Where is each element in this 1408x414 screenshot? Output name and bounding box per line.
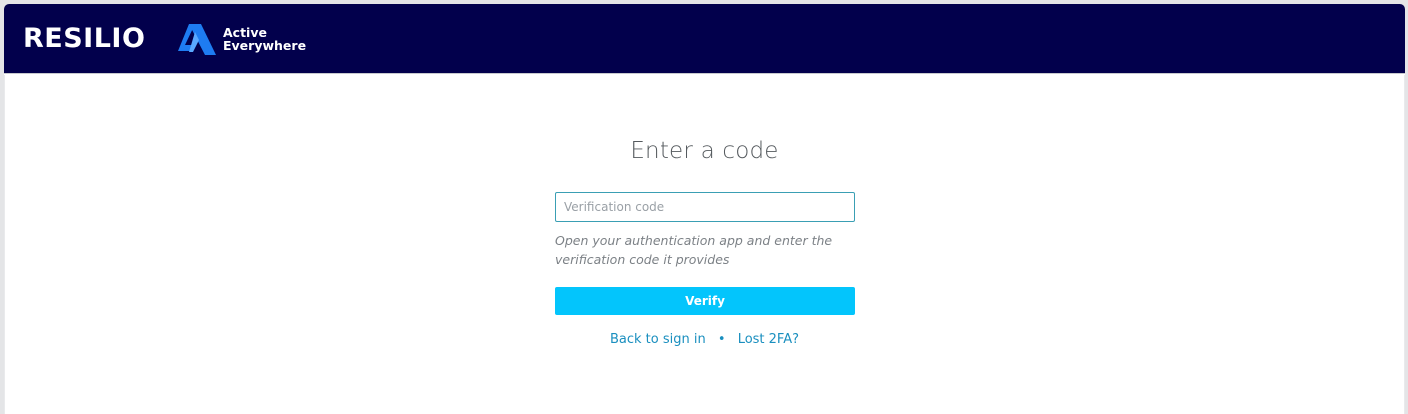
product-name-line2: Everywhere bbox=[223, 38, 307, 53]
lost-2fa-link[interactable]: Lost 2FA? bbox=[738, 332, 799, 347]
active-everywhere-logo-icon bbox=[178, 24, 216, 55]
verification-code-input[interactable] bbox=[555, 192, 855, 222]
resilio-logo: RESILIO bbox=[23, 23, 146, 54]
top-bar: RESILIO Active Everywhere bbox=[4, 4, 1405, 74]
back-to-sign-in-link[interactable]: Back to sign in bbox=[610, 332, 706, 347]
footer-links: Back to sign in • Lost 2FA? bbox=[5, 332, 1404, 347]
page-title: Enter a code bbox=[630, 138, 779, 164]
login-panel: Enter a code Open your authentication ap… bbox=[4, 75, 1405, 414]
verify-button[interactable]: Verify bbox=[555, 287, 855, 315]
link-separator: • bbox=[717, 332, 726, 347]
app-window: RESILIO Active Everywhere Enter a code O… bbox=[4, 4, 1405, 414]
product-name: Active Everywhere bbox=[223, 26, 306, 52]
hint-text: Open your authentication app and enter t… bbox=[555, 233, 833, 267]
